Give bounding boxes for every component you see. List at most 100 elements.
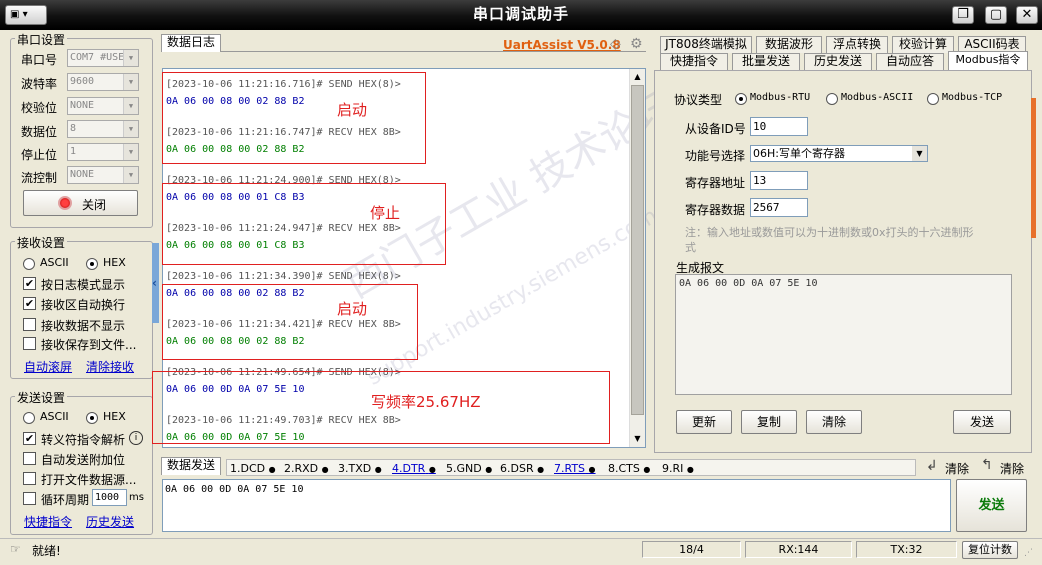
reg-data-input[interactable]: 2567 bbox=[750, 198, 808, 217]
send-opt2-checkbox[interactable] bbox=[23, 452, 36, 465]
protocol-rtu-label: Modbus-RTU bbox=[750, 92, 811, 103]
send-history-link[interactable]: 历史发送 bbox=[86, 513, 134, 530]
signal-dot-icon: ● bbox=[268, 465, 276, 474]
tab-batch-send[interactable]: 批量发送 bbox=[732, 53, 800, 70]
baud-select[interactable]: 9600 ▼ bbox=[67, 73, 139, 91]
stopbits-label: 停止位 bbox=[21, 148, 58, 162]
send-ascii-radio[interactable] bbox=[23, 412, 35, 424]
function-value: 06H:写单个寄存器 bbox=[753, 147, 845, 160]
receive-opt2-label: 接收区自动换行 bbox=[41, 298, 126, 312]
generated-frame[interactable]: 0A 06 00 0D 0A 07 5E 10 bbox=[675, 274, 1012, 395]
diamond-icon[interactable]: ◇ bbox=[610, 36, 621, 52]
update-button[interactable]: 更新 bbox=[676, 410, 732, 434]
signal-dot-icon: ● bbox=[428, 465, 436, 474]
collapse-left-icon[interactable]: ‹ bbox=[152, 276, 157, 290]
port-value: COM7 #USE bbox=[70, 52, 125, 63]
scroll-down-icon[interactable]: ▼ bbox=[630, 431, 645, 446]
clear-receive-link[interactable]: 清除接收 bbox=[86, 358, 134, 375]
parity-select[interactable]: NONE ▼ bbox=[67, 97, 139, 115]
protocol-ascii-radio[interactable] bbox=[826, 93, 838, 105]
send-settings-label: 发送设置 bbox=[15, 389, 68, 406]
quick-command-link[interactable]: 快捷指令 bbox=[24, 513, 72, 530]
modbus-send-button[interactable]: 发送 bbox=[953, 410, 1011, 434]
reset-count-button[interactable]: 复位计数 bbox=[962, 541, 1018, 559]
send-opt1-checkbox[interactable]: ✔ bbox=[23, 432, 36, 445]
signal-dtr[interactable]: 4.DTR ● bbox=[392, 462, 436, 475]
scroll-up-icon[interactable]: ▲ bbox=[630, 69, 645, 84]
clear-send-button[interactable]: 清除 bbox=[945, 460, 969, 477]
flow-label: 流控制 bbox=[21, 171, 58, 185]
signal-dot-icon: ● bbox=[686, 465, 694, 474]
stopbits-value: 1 bbox=[70, 146, 77, 157]
send-opt3-label: 打开文件数据源... bbox=[41, 473, 137, 487]
flow-select[interactable]: NONE ▼ bbox=[67, 166, 139, 184]
function-select[interactable]: 06H:写单个寄存器 ▼ bbox=[750, 145, 928, 162]
log-scrollbar[interactable]: ▲ ▼ bbox=[629, 69, 645, 447]
chevron-down-icon: ▼ bbox=[123, 167, 138, 183]
chevron-down-icon: ▼ bbox=[912, 146, 927, 161]
brand-link[interactable]: UartAssist V5.0.8 bbox=[503, 38, 621, 52]
databits-select[interactable]: 8 ▼ bbox=[67, 120, 139, 138]
receive-ascii-radio[interactable] bbox=[23, 258, 35, 270]
tab-quick-command[interactable]: 快捷指令 bbox=[660, 53, 728, 70]
copy-button[interactable]: 复制 bbox=[741, 410, 797, 434]
restore-icon[interactable]: ❐ bbox=[952, 6, 974, 24]
receive-opt2-checkbox[interactable]: ✔ bbox=[23, 297, 36, 310]
chevron-down-icon: ▼ bbox=[123, 98, 138, 114]
status-text: 就绪! bbox=[32, 544, 61, 558]
slave-id-input[interactable]: 10 bbox=[750, 117, 808, 136]
period-input[interactable]: 1000 bbox=[92, 489, 127, 506]
receive-ascii-label: ASCII bbox=[40, 256, 69, 269]
annotation-stop: 停止 bbox=[370, 204, 401, 222]
receive-hex-radio[interactable] bbox=[86, 258, 98, 270]
tab-modbus[interactable]: Modbus指令 bbox=[948, 51, 1028, 70]
signal-txd[interactable]: 3.TXD ● bbox=[338, 462, 382, 475]
receive-opt1-checkbox[interactable]: ✔ bbox=[23, 277, 36, 290]
tab-float-convert[interactable]: 浮点转换 bbox=[826, 36, 888, 53]
tab-send-data[interactable]: 数据发送 bbox=[161, 457, 221, 475]
signal-cts[interactable]: 8.CTS ● bbox=[608, 462, 650, 475]
protocol-rtu-radio[interactable] bbox=[735, 93, 747, 105]
close-icon[interactable]: ✕ bbox=[1016, 6, 1038, 24]
protocol-tcp-radio[interactable] bbox=[927, 93, 939, 105]
send-opt3-checkbox[interactable] bbox=[23, 472, 36, 485]
baud-value: 9600 bbox=[70, 76, 95, 87]
tab-auto-reply[interactable]: 自动应答 bbox=[876, 53, 944, 70]
reg-addr-input[interactable]: 13 bbox=[750, 171, 808, 190]
send-opt2-label: 自动发送附加位 bbox=[41, 453, 126, 467]
tab-waveform[interactable]: 数据波形 bbox=[756, 36, 822, 53]
auto-scroll-link[interactable]: 自动滚屏 bbox=[24, 358, 72, 375]
port-select[interactable]: COM7 #USE ▼ bbox=[67, 49, 139, 67]
receive-opt3-checkbox[interactable] bbox=[23, 318, 36, 331]
signal-ri[interactable]: 9.RI ● bbox=[662, 462, 694, 475]
stopbits-select[interactable]: 1 ▼ bbox=[67, 143, 139, 161]
send-hex-radio[interactable] bbox=[86, 412, 98, 424]
clear-button[interactable]: 清除 bbox=[806, 410, 862, 434]
annotation-start1: 启动 bbox=[337, 101, 368, 119]
port-label: 串口号 bbox=[21, 53, 58, 67]
signal-dcd[interactable]: 1.DCD ● bbox=[230, 462, 276, 475]
clear-send-icon[interactable]: ↲ bbox=[926, 458, 938, 474]
tab-jt808[interactable]: JT808终端模拟 bbox=[660, 36, 752, 53]
info-icon[interactable]: i bbox=[129, 431, 143, 445]
tab-checksum[interactable]: 校验计算 bbox=[892, 36, 954, 53]
resize-grip-icon[interactable]: ⋰ bbox=[1024, 548, 1033, 558]
signal-dsr[interactable]: 6.DSR ● bbox=[500, 462, 544, 475]
tab-send-history[interactable]: 历史发送 bbox=[804, 53, 872, 70]
scroll-thumb[interactable] bbox=[631, 85, 644, 415]
tab-log[interactable]: 数据日志 bbox=[161, 34, 221, 52]
signal-rts[interactable]: 7.RTS ● bbox=[554, 462, 596, 475]
signal-rxd[interactable]: 2.RXD ● bbox=[284, 462, 329, 475]
clear-log-button[interactable]: 清除 bbox=[1000, 460, 1024, 477]
signal-dot-icon: ● bbox=[643, 465, 651, 474]
signal-gnd[interactable]: 5.GND ● bbox=[446, 462, 492, 475]
send-input[interactable]: 0A 06 00 0D 0A 07 5E 10 bbox=[162, 479, 951, 532]
send-button[interactable]: 发送 bbox=[956, 479, 1027, 532]
close-port-button[interactable]: 关闭 bbox=[23, 190, 138, 216]
receive-opt4-checkbox[interactable] bbox=[23, 337, 36, 350]
clear-log-icon[interactable]: ↰ bbox=[981, 457, 993, 473]
maximize-icon[interactable]: ▢ bbox=[985, 6, 1007, 24]
send-opt4-checkbox[interactable] bbox=[23, 492, 36, 505]
settings-gear-icon[interactable]: ⚙ bbox=[630, 36, 643, 52]
chevron-down-icon: ▼ bbox=[123, 121, 138, 137]
